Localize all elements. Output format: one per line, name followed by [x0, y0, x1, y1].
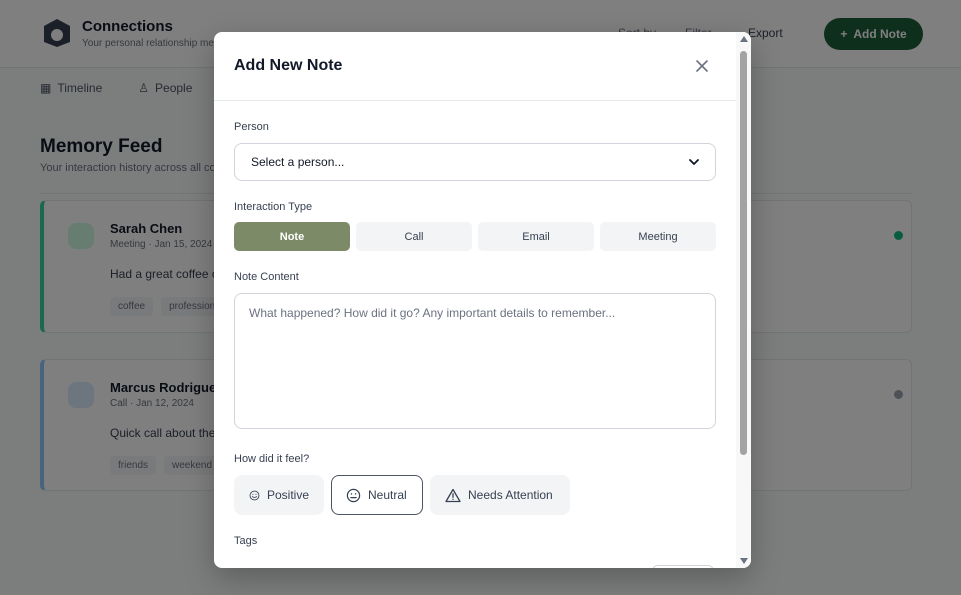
feel-positive-label: Positive	[266, 488, 309, 502]
tag-input-edge[interactable]	[652, 565, 714, 568]
feel-options: Positive Neutral Needs Attention	[234, 475, 570, 515]
type-note-button[interactable]: Note	[234, 222, 350, 251]
warning-triangle-icon	[445, 488, 461, 502]
scroll-up-arrow-icon[interactable]	[740, 36, 748, 42]
type-call-button[interactable]: Call	[356, 222, 472, 251]
scroll-down-arrow-icon[interactable]	[740, 558, 748, 564]
feel-neutral-button[interactable]: Neutral	[331, 475, 423, 515]
scroll-thumb[interactable]	[740, 51, 747, 455]
person-select[interactable]: Select a person...	[234, 143, 716, 181]
feel-needs-attention-label: Needs Attention	[468, 488, 553, 502]
add-note-modal: Add New Note Person Select a person... I…	[214, 32, 751, 568]
type-meeting-button[interactable]: Meeting	[600, 222, 716, 251]
interaction-type-group: Note Call Email Meeting	[234, 222, 716, 251]
feel-positive-button[interactable]: Positive	[234, 475, 324, 515]
close-icon	[696, 60, 708, 72]
note-content-textarea[interactable]	[234, 293, 716, 429]
modal-scrollbar[interactable]	[736, 32, 751, 568]
chevron-down-icon	[689, 158, 699, 165]
person-select-value: Select a person...	[251, 155, 345, 169]
interaction-type-label: Interaction Type	[234, 201, 313, 213]
modal-title: Add New Note	[234, 57, 343, 74]
modal-header: Add New Note	[214, 32, 736, 101]
tags-label: Tags	[234, 535, 258, 547]
person-label: Person	[234, 121, 269, 133]
type-email-button[interactable]: Email	[478, 222, 594, 251]
neutral-face-icon	[346, 488, 361, 502]
close-button[interactable]	[692, 56, 712, 76]
smile-icon	[249, 490, 260, 500]
note-content-label: Note Content	[234, 271, 299, 283]
feel-label: How did it feel?	[234, 453, 310, 465]
feel-neutral-label: Neutral	[368, 488, 407, 502]
feel-needs-attention-button[interactable]: Needs Attention	[430, 475, 570, 515]
